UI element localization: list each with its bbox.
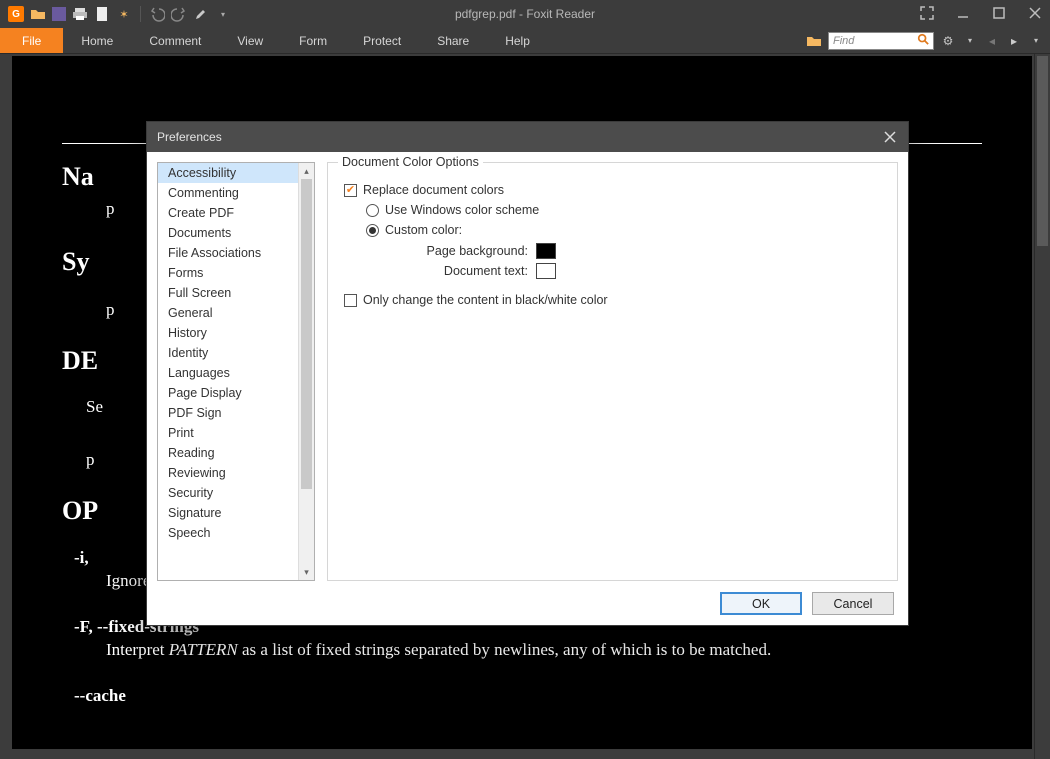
page-background-row: Page background: (408, 243, 881, 259)
category-scrollbar[interactable]: ▴ ▾ (298, 163, 314, 580)
category-item[interactable]: Languages (158, 363, 298, 383)
document-text-row: Document text: (408, 263, 881, 279)
category-item[interactable]: Reading (158, 443, 298, 463)
only-bw-checkbox[interactable]: Only change the content in black/white c… (344, 293, 881, 307)
category-item[interactable]: Print (158, 423, 298, 443)
page-background-swatch[interactable] (536, 243, 556, 259)
document-text-label: Document text: (408, 264, 528, 278)
category-item[interactable]: PDF Sign (158, 403, 298, 423)
groupbox-title: Document Color Options (338, 155, 483, 169)
close-icon[interactable] (882, 129, 898, 145)
page-background-label: Page background: (408, 244, 528, 258)
category-list: AccessibilityCommentingCreate PDFDocumen… (157, 162, 315, 581)
category-item[interactable]: Security (158, 483, 298, 503)
dialog-buttons: OK Cancel (720, 592, 894, 615)
replace-colors-label: Replace document colors (363, 183, 504, 197)
category-item[interactable]: File Associations (158, 243, 298, 263)
category-item[interactable]: Reviewing (158, 463, 298, 483)
scroll-up-icon[interactable]: ▴ (299, 163, 314, 179)
document-color-options-group: Document Color Options ✔ Replace documen… (327, 162, 898, 581)
category-item[interactable]: Create PDF (158, 203, 298, 223)
category-item[interactable]: Commenting (158, 183, 298, 203)
use-windows-radio[interactable]: Use Windows color scheme (366, 203, 881, 217)
category-item[interactable]: General (158, 303, 298, 323)
scrollbar-thumb[interactable] (301, 179, 312, 489)
category-item[interactable]: Documents (158, 223, 298, 243)
custom-color-label: Custom color: (385, 223, 462, 237)
cancel-button[interactable]: Cancel (812, 592, 894, 615)
only-bw-label: Only change the content in black/white c… (363, 293, 608, 307)
category-item[interactable]: Forms (158, 263, 298, 283)
dialog-title: Preferences (157, 130, 222, 144)
category-item[interactable]: History (158, 323, 298, 343)
preferences-dialog: Preferences AccessibilityCommentingCreat… (146, 121, 909, 626)
dialog-overlay: Preferences AccessibilityCommentingCreat… (0, 0, 1050, 759)
category-item[interactable]: Signature (158, 503, 298, 523)
custom-color-radio[interactable]: Custom color: (366, 223, 881, 237)
category-item[interactable]: Speech (158, 523, 298, 543)
ok-button[interactable]: OK (720, 592, 802, 615)
category-item[interactable]: Page Display (158, 383, 298, 403)
scroll-down-icon[interactable]: ▾ (299, 564, 314, 580)
category-item[interactable]: Accessibility (158, 163, 298, 183)
replace-colors-checkbox[interactable]: ✔ Replace document colors (344, 183, 881, 197)
category-item[interactable]: Identity (158, 343, 298, 363)
preferences-panel: Document Color Options ✔ Replace documen… (327, 162, 898, 581)
use-windows-label: Use Windows color scheme (385, 203, 539, 217)
category-item[interactable]: Full Screen (158, 283, 298, 303)
dialog-body: AccessibilityCommentingCreate PDFDocumen… (157, 162, 898, 581)
document-text-swatch[interactable] (536, 263, 556, 279)
dialog-titlebar: Preferences (147, 122, 908, 152)
